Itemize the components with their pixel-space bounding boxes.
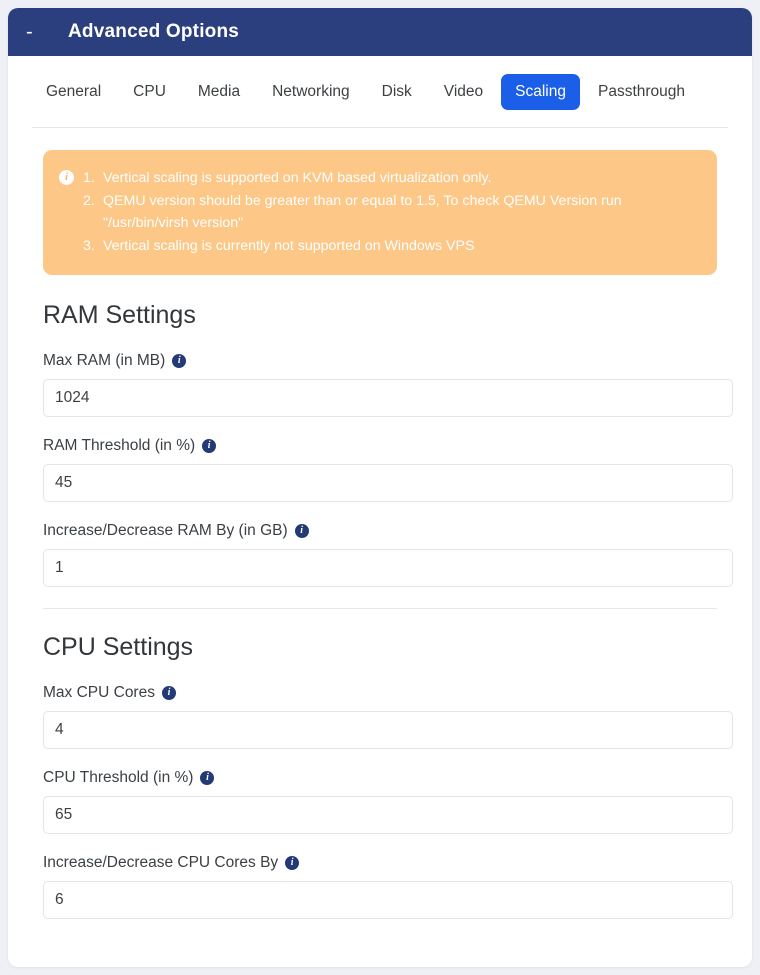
tabs-container: General CPU Media Networking Disk Video Scalin… <box>8 56 752 128</box>
form-field: Max CPU Cores i <box>43 684 733 749</box>
field-label-text: Increase/Decrease CPU Cores By <box>43 854 279 871</box>
info-icon[interactable]: i <box>285 856 300 870</box>
tab-general[interactable]: General <box>32 74 115 110</box>
section-divider <box>43 608 717 609</box>
field-label: Increase/Decrease RAM By (in GB) i <box>43 522 717 540</box>
info-icon[interactable]: i <box>202 439 217 453</box>
field-label-text: Max CPU Cores <box>43 684 155 701</box>
field-input[interactable] <box>43 379 733 417</box>
ram-settings-heading: RAM Settings <box>43 301 196 329</box>
ram-fields-group: Max RAM (in MB)iRAM Threshold (in %)iInc… <box>43 352 733 587</box>
ram-settings-section: RAM Settings Max RAM (in MB)iRAM Thresho… <box>43 301 733 587</box>
form-field: Increase/Decrease CPU Cores By i <box>43 854 733 919</box>
tab-video[interactable]: Video <box>430 74 497 110</box>
alert-note-item: Vertical scaling is currently not suppor… <box>83 235 475 257</box>
field-label: Increase/Decrease CPU Cores By i <box>43 854 717 872</box>
form-field: CPU Threshold (in %) i <box>43 769 733 834</box>
field-input[interactable] <box>43 881 733 919</box>
scaling-info-alert: i Vertical scaling is supported on KVM b… <box>43 150 717 275</box>
info-icon[interactable]: i <box>172 354 187 368</box>
field-label-text: Increase/Decrease RAM By (in GB) <box>43 522 288 539</box>
field-label: Max RAM (in MB) i <box>43 352 717 370</box>
tab-passthrough[interactable]: Passthrough <box>584 74 699 110</box>
field-label: Max CPU Cores i <box>43 684 717 702</box>
field-input[interactable] <box>43 464 733 502</box>
alert-note-item: Vertical scaling is supported on KVM bas… <box>83 167 492 189</box>
tab-networking[interactable]: Networking <box>258 74 364 110</box>
info-icon: i <box>59 170 74 185</box>
alert-notes-list: Vertical scaling is supported on KVM bas… <box>83 167 699 257</box>
form-field: Max RAM (in MB) i <box>43 352 733 417</box>
advanced-options-card: - Advanced Options General CPU Media Networ… <box>8 8 752 967</box>
tab-cpu[interactable]: CPU <box>119 74 180 110</box>
field-label: CPU Threshold (in %) i <box>43 769 717 787</box>
cpu-settings-heading: CPU Settings <box>43 633 194 661</box>
cpu-fields-group: Max CPU CoresiCPU Threshold (in %)iIncre… <box>43 684 733 919</box>
panel-body: i Vertical scaling is supported on KVM b… <box>8 128 752 919</box>
field-input[interactable] <box>43 549 733 587</box>
cpu-settings-section: CPU Settings Max CPU CoresiCPU Threshold… <box>43 633 733 919</box>
panel-header: - Advanced Options <box>8 8 752 56</box>
tab-disk[interactable]: Disk <box>368 74 426 110</box>
field-label: RAM Threshold (in %) i <box>43 437 717 455</box>
field-label-text: CPU Threshold (in %) <box>43 769 194 786</box>
info-icon[interactable]: i <box>294 524 309 538</box>
field-label-text: RAM Threshold (in %) <box>43 437 196 454</box>
tab-scaling[interactable]: Scaling <box>501 74 580 110</box>
field-input[interactable] <box>43 796 733 834</box>
form-field: RAM Threshold (in %) i <box>43 437 733 502</box>
info-icon[interactable]: i <box>200 771 215 785</box>
tab-media[interactable]: Media <box>184 74 254 110</box>
collapse-toggle-icon[interactable]: - <box>26 22 56 42</box>
tab-list: General CPU Media Networking Disk Video Scalin… <box>32 74 728 128</box>
form-field: Increase/Decrease RAM By (in GB) i <box>43 522 733 587</box>
field-input[interactable] <box>43 711 733 749</box>
field-label-text: Max RAM (in MB) <box>43 352 166 369</box>
info-icon[interactable]: i <box>161 686 176 700</box>
alert-note-item: QEMU version should be greater than or e… <box>83 190 622 232</box>
page-title: Advanced Options <box>68 21 240 42</box>
